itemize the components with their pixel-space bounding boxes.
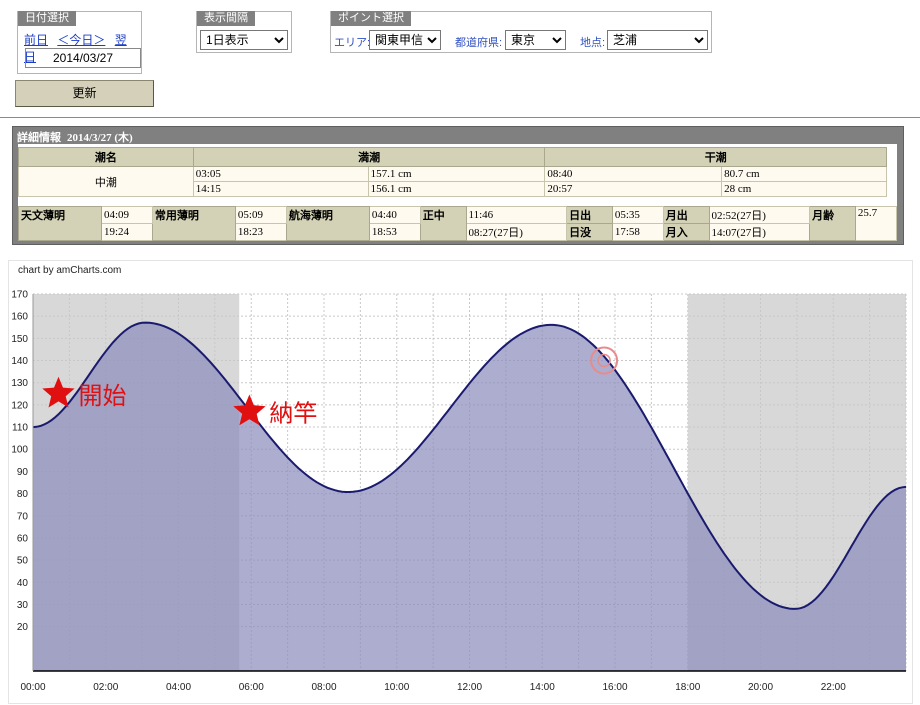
astro-twilight-start: 04:09 bbox=[101, 206, 153, 224]
tide-name: 中潮 bbox=[18, 166, 194, 197]
area-select[interactable]: 関東甲信 bbox=[369, 30, 441, 50]
civil-twilight-end: 18:23 bbox=[234, 223, 287, 241]
chart-frame bbox=[8, 260, 913, 704]
sunset-value: 17:58 bbox=[611, 223, 664, 241]
pref-select[interactable]: 東京 bbox=[505, 30, 566, 50]
moon-age-value: 25.7 bbox=[854, 206, 898, 241]
low-time: 08:40 bbox=[544, 166, 723, 182]
astro-twilight-label: 天文薄明 bbox=[18, 206, 102, 241]
place-label: 地点: bbox=[580, 37, 606, 49]
high-level: 156.1 cm bbox=[367, 181, 546, 197]
moonrise-value: 02:52(27日) bbox=[708, 206, 811, 224]
moonrise-label: 月出 bbox=[662, 206, 710, 224]
high-time: 03:05 bbox=[192, 166, 369, 182]
point-panel: ポイント選択 エリア: 関東甲信 都道府県: 東京 地点: 芝浦 bbox=[330, 11, 712, 53]
noon-value-2: 08:27(27日) bbox=[465, 223, 568, 241]
astro-row: 天文薄明 04:09 常用薄明 05:09 航海薄明 04:40 正中 11:4… bbox=[18, 206, 898, 241]
sunrise-label: 日出 bbox=[566, 206, 613, 224]
tide-row: 中潮 03:05 157.1 cm 08:40 80.7 cm bbox=[18, 166, 887, 197]
tide-table: 潮名 満潮 干潮 中潮 03:05 157.1 cm 08:40 80.7 cm… bbox=[18, 147, 887, 197]
nautical-twilight-end: 18:53 bbox=[368, 223, 421, 241]
moon-age-label: 月齢 bbox=[809, 206, 856, 241]
sunset-label: 日没 bbox=[566, 223, 613, 241]
civil-twilight-start: 05:09 bbox=[234, 206, 287, 224]
sunrise-value: 05:35 bbox=[611, 206, 664, 224]
astro-table: 天文薄明 04:09 常用薄明 05:09 航海薄明 04:40 正中 11:4… bbox=[18, 206, 898, 241]
prev-day-link[interactable]: 前日 bbox=[24, 33, 48, 47]
detail-body: 潮名 満潮 干潮 中潮 03:05 157.1 cm 08:40 80.7 cm… bbox=[18, 144, 898, 241]
detail-title-date: 2014/3/27 (木) bbox=[67, 132, 133, 144]
interval-select[interactable]: 1日表示 bbox=[200, 30, 288, 50]
nautical-twilight-label: 航海薄明 bbox=[285, 206, 370, 241]
low-level: 28 cm bbox=[721, 181, 887, 197]
chart-credit[interactable]: chart by amCharts.com bbox=[18, 265, 121, 276]
low-time: 20:57 bbox=[544, 181, 723, 197]
detail-title: 詳細情報 2014/3/27 (木) bbox=[17, 129, 139, 145]
high-tide-header: 満潮 bbox=[192, 147, 546, 167]
moonset-value: 14:07(27日) bbox=[708, 223, 811, 241]
area-label: エリア: bbox=[334, 37, 371, 49]
noon-label: 正中 bbox=[419, 206, 467, 241]
astro-twilight-end: 19:24 bbox=[101, 223, 153, 241]
date-input[interactable]: 2014/03/27 bbox=[25, 48, 141, 68]
tide-header-row: 潮名 満潮 干潮 bbox=[18, 147, 887, 167]
date-panel-title: 日付選択 bbox=[18, 11, 76, 26]
point-panel-title: ポイント選択 bbox=[331, 11, 411, 26]
nautical-twilight-start: 04:40 bbox=[368, 206, 421, 224]
today-link[interactable]: ＜今日＞ bbox=[57, 33, 105, 47]
pref-label: 都道府県: bbox=[455, 37, 503, 49]
civil-twilight-label: 常用薄明 bbox=[151, 206, 236, 241]
low-level: 80.7 cm bbox=[721, 166, 887, 182]
detail-panel: 詳細情報 2014/3/27 (木) 潮名 満潮 干潮 中潮 03:05 157.… bbox=[12, 126, 904, 245]
tide-name-header: 潮名 bbox=[18, 147, 194, 167]
interval-panel-title: 表示間隔 bbox=[197, 11, 255, 26]
interval-panel: 表示間隔 1日表示 bbox=[196, 11, 292, 53]
moonset-label: 月入 bbox=[662, 223, 710, 241]
low-tide-header: 干潮 bbox=[544, 147, 887, 167]
high-level: 157.1 cm bbox=[367, 166, 546, 182]
update-button[interactable]: 更新 bbox=[15, 80, 154, 107]
date-panel: 日付選択 前日 ＜今日＞ 翌日 2014/03/27 bbox=[17, 11, 142, 74]
detail-title-label: 詳細情報 bbox=[17, 132, 61, 144]
divider bbox=[0, 117, 920, 118]
noon-value-1: 11:46 bbox=[465, 206, 568, 224]
place-select[interactable]: 芝浦 bbox=[607, 30, 708, 50]
high-time: 14:15 bbox=[192, 181, 369, 197]
